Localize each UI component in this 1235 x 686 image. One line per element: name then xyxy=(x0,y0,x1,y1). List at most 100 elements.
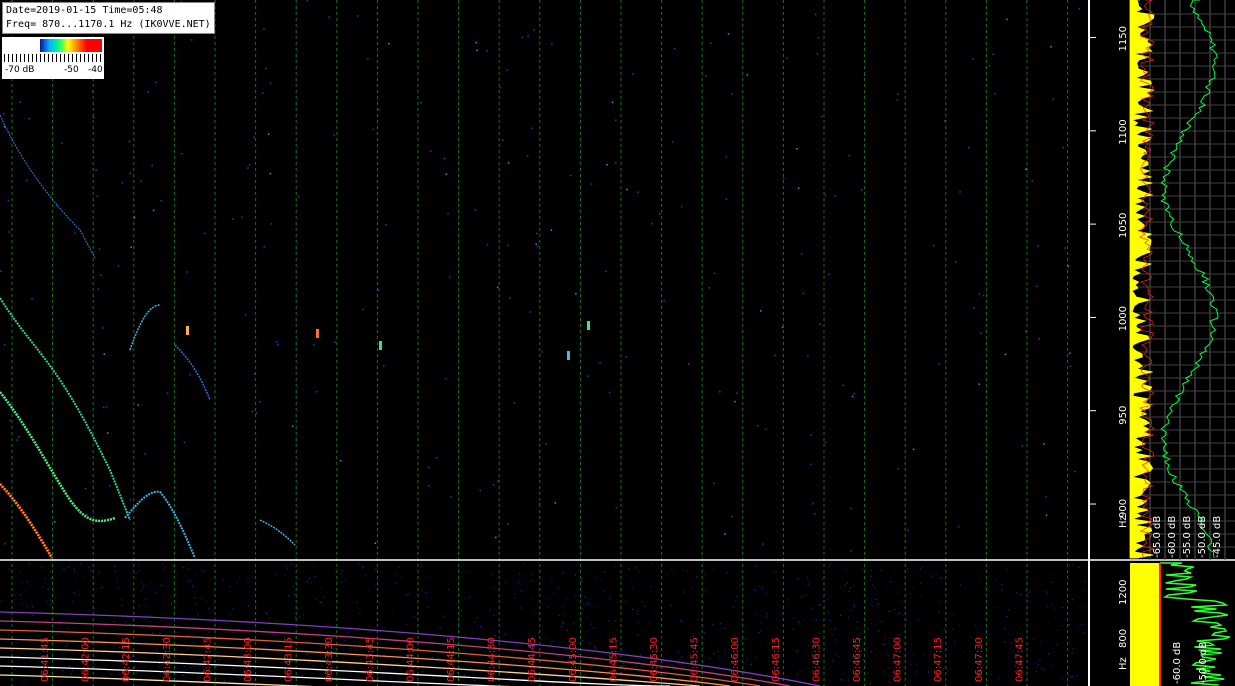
time-tick-label: 06:46:30 xyxy=(811,637,822,682)
noise-speck xyxy=(96,195,99,198)
noise-speck xyxy=(176,631,178,634)
noise-speck xyxy=(713,482,715,485)
noise-speck xyxy=(294,594,296,596)
noise-speck xyxy=(545,443,547,445)
noise-speck xyxy=(1062,146,1064,149)
noise-speck xyxy=(847,679,850,681)
noise-speck xyxy=(775,570,777,573)
noise-speck xyxy=(182,674,184,676)
noise-speck xyxy=(80,563,82,565)
noise-speck xyxy=(1062,607,1064,609)
noise-speck xyxy=(850,609,852,612)
noise-speck xyxy=(50,603,52,605)
noise-speck xyxy=(750,677,753,679)
noise-speck xyxy=(190,667,192,669)
noise-speck xyxy=(727,33,730,35)
noise-speck xyxy=(495,536,497,539)
noise-speck xyxy=(594,647,596,649)
db-tick-label: -65.0 dB xyxy=(1152,516,1163,558)
noise-speck xyxy=(661,667,663,669)
noise-speck xyxy=(1040,642,1042,644)
noise-speck xyxy=(805,652,807,654)
noise-speck xyxy=(73,568,75,570)
time-tick-label: 06:47:30 xyxy=(974,637,985,682)
noise-speck xyxy=(595,577,597,579)
noise-speck xyxy=(1046,592,1048,595)
noise-speck xyxy=(745,638,747,640)
noise-speck xyxy=(148,615,150,617)
noise-speck xyxy=(953,614,955,616)
noise-speck xyxy=(856,621,858,623)
noise-speck xyxy=(161,611,163,613)
noise-speck xyxy=(356,660,358,662)
noise-speck xyxy=(450,496,452,498)
noise-speck xyxy=(705,75,707,77)
noise-speck xyxy=(978,383,980,385)
noise-speck xyxy=(194,563,196,565)
noise-speck xyxy=(530,598,532,600)
noise-speck xyxy=(583,636,585,638)
noise-speck xyxy=(1045,495,1048,498)
noise-speck xyxy=(959,624,961,626)
time-tick-label: 06:44:30 xyxy=(487,637,498,682)
noise-speck xyxy=(959,191,961,193)
noise-speck xyxy=(839,656,841,658)
noise-speck xyxy=(187,580,190,582)
noise-speck xyxy=(280,645,282,648)
noise-speck xyxy=(407,593,410,595)
noise-speck xyxy=(350,647,352,649)
noise-speck xyxy=(151,164,153,167)
noise-speck xyxy=(835,653,837,655)
noise-speck xyxy=(526,155,529,157)
noise-speck xyxy=(615,507,618,509)
noise-speck xyxy=(1027,599,1029,601)
noise-speck xyxy=(623,665,625,667)
noise-speck xyxy=(51,618,53,620)
noise-speck xyxy=(553,591,555,594)
noise-speck xyxy=(985,627,987,629)
noise-speck xyxy=(828,566,830,568)
noise-speck xyxy=(754,588,756,590)
noise-speck xyxy=(109,484,111,487)
noise-speck xyxy=(575,293,577,295)
noise-speck xyxy=(1027,671,1029,673)
noise-speck xyxy=(574,574,576,576)
noise-speck xyxy=(532,609,534,611)
noise-speck xyxy=(849,668,851,670)
noise-speck xyxy=(798,622,801,624)
noise-speck xyxy=(77,589,79,591)
noise-speck xyxy=(699,634,701,636)
noise-speck xyxy=(900,601,902,603)
noise-speck xyxy=(120,599,122,601)
noise-speck xyxy=(472,628,474,630)
noise-speck xyxy=(172,510,174,513)
noise-speck xyxy=(949,653,951,655)
noise-speck xyxy=(912,587,914,590)
noise-speck xyxy=(863,655,865,657)
noise-speck xyxy=(1036,285,1038,288)
noise-speck xyxy=(486,243,489,246)
noise-speck xyxy=(853,584,855,587)
noise-speck xyxy=(824,441,826,444)
noise-speck xyxy=(614,119,617,122)
noise-speck xyxy=(50,577,52,579)
noise-speck xyxy=(98,248,101,250)
noise-speck xyxy=(267,613,269,615)
noise-speck xyxy=(253,136,255,139)
noise-speck xyxy=(709,657,711,660)
noise-speck xyxy=(95,169,97,171)
noise-speck xyxy=(637,191,639,194)
noise-speck xyxy=(31,603,33,606)
noise-speck xyxy=(506,244,509,247)
noise-speck xyxy=(137,564,140,566)
noise-speck xyxy=(313,665,315,667)
noise-speck xyxy=(754,589,756,591)
noise-speck xyxy=(447,212,449,215)
noise-speck xyxy=(995,579,997,581)
noise-speck xyxy=(268,587,271,590)
noise-speck xyxy=(232,632,234,634)
noise-speck xyxy=(190,39,193,41)
noise-speck xyxy=(1051,665,1054,667)
noise-speck xyxy=(724,648,727,650)
noise-speck xyxy=(637,610,639,613)
